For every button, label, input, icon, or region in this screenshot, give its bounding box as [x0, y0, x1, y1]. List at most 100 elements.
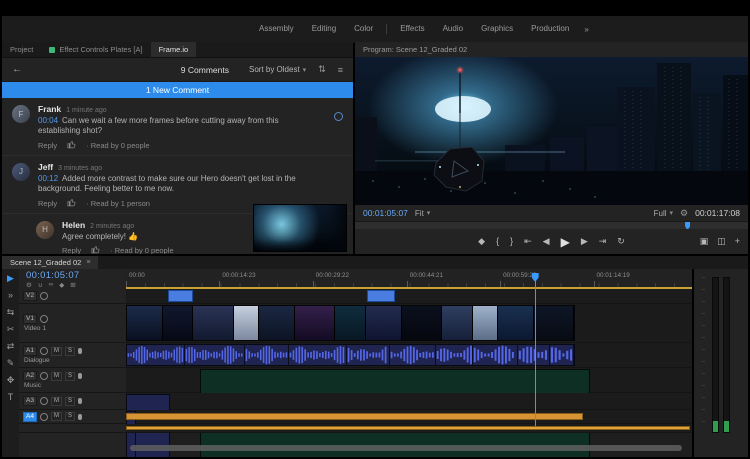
go-to-in-button[interactable]: ⇤: [524, 237, 532, 246]
back-button[interactable]: ←: [12, 64, 22, 75]
filter-icon[interactable]: ⇅: [318, 64, 326, 75]
pen-tool[interactable]: ✎: [7, 359, 15, 368]
video-clip-thumbnail[interactable]: [234, 306, 260, 340]
reply-button[interactable]: Reply: [62, 246, 81, 254]
clip-dialogue[interactable]: [126, 344, 575, 366]
mark-in-button[interactable]: {: [496, 237, 499, 246]
panel-tab-project[interactable]: Project: [2, 42, 41, 57]
track-toggle-icon[interactable]: [40, 347, 48, 355]
panel-settings-icon[interactable]: ≡: [338, 65, 343, 75]
new-comment-banner[interactable]: 1 New Comment: [2, 82, 353, 98]
video-clip-thumbnail[interactable]: [402, 306, 442, 340]
sort-dropdown[interactable]: Sort by Oldest ▾: [249, 65, 306, 74]
video-clip-thumbnail[interactable]: [163, 306, 194, 340]
workspace-overflow-button[interactable]: »: [584, 25, 588, 34]
panel-tab-effect-controls-plates-a-[interactable]: Effect Controls Plates [A]: [41, 42, 150, 57]
add-marker-button[interactable]: ◆: [478, 237, 485, 246]
video-clip-thumbnail[interactable]: [442, 306, 473, 340]
track-header-a1[interactable]: A1MSDialogue: [19, 343, 126, 368]
track-header-a2[interactable]: A2MSMusic: [19, 368, 126, 393]
solo-button[interactable]: S: [65, 347, 75, 356]
track-header-a4[interactable]: A4 MS: [19, 410, 126, 424]
monitor-settings-icon[interactable]: ⚙: [680, 208, 688, 219]
workspace-tab-production[interactable]: Production: [522, 16, 578, 42]
razor-tool[interactable]: ✂: [7, 325, 15, 334]
zoom-level-dropdown[interactable]: Fit ▾: [415, 209, 430, 218]
audio-clip-segment[interactable]: [436, 345, 474, 365]
audio-clip-segment[interactable]: [127, 345, 185, 365]
clip-v2-adjustment[interactable]: [367, 290, 396, 302]
workspace-tab-graphics[interactable]: Graphics: [472, 16, 522, 42]
video-clip-thumbnail[interactable]: [335, 306, 366, 340]
track-header-v1[interactable]: V1Video 1: [19, 304, 126, 343]
clip-a4-bar[interactable]: [126, 413, 583, 420]
workspace-tab-audio[interactable]: Audio: [434, 16, 472, 42]
mic-icon[interactable]: [78, 348, 82, 354]
video-clip-thumbnail[interactable]: [473, 306, 499, 340]
solo-button[interactable]: S: [65, 372, 75, 381]
mic-icon[interactable]: [78, 398, 82, 404]
panel-menu-icon[interactable]: ≡: [86, 259, 90, 266]
loop-button[interactable]: ↻: [617, 237, 625, 246]
workspace-tab-assembly[interactable]: Assembly: [250, 16, 303, 42]
track-patch-a4[interactable]: A4: [23, 412, 37, 422]
track-toggle-icon[interactable]: [40, 413, 48, 421]
track-patch-v1[interactable]: V1: [23, 314, 37, 324]
workspace-tab-effects[interactable]: Effects: [391, 16, 433, 42]
track-toggle-icon[interactable]: [40, 397, 48, 405]
linked-selection-icon[interactable]: ∞: [49, 281, 54, 289]
comment-timecode-link[interactable]: 00:04: [38, 116, 58, 125]
clip-v2-adjustment[interactable]: [168, 290, 193, 302]
workspace-tab-color[interactable]: Color: [345, 16, 382, 42]
track-patch-a1[interactable]: A1: [23, 346, 37, 356]
track-toggle-icon[interactable]: [40, 292, 48, 300]
like-icon[interactable]: [67, 140, 76, 151]
track-select-tool[interactable]: »: [8, 291, 13, 300]
track-header-a3[interactable]: A3 MS: [19, 393, 126, 410]
reply-button[interactable]: Reply: [38, 141, 57, 150]
workspace-tab-editing[interactable]: Editing: [303, 16, 345, 42]
timeline-settings-icon[interactable]: ⚙: [26, 281, 32, 289]
program-video-frame[interactable]: [355, 57, 748, 205]
video-clip-thumbnail[interactable]: [366, 306, 402, 340]
comment-timecode-link[interactable]: 00:12: [38, 174, 58, 183]
mute-button[interactable]: M: [51, 347, 62, 356]
reply-button[interactable]: Reply: [38, 199, 57, 208]
selection-tool[interactable]: ▶: [7, 274, 14, 283]
track-patch-a3[interactable]: A3: [23, 396, 37, 406]
audio-clip-segment[interactable]: [185, 345, 246, 365]
track-patch-v2[interactable]: V2: [23, 291, 37, 301]
audio-clip-segment[interactable]: [390, 345, 436, 365]
clip-mix-bar[interactable]: [126, 426, 690, 430]
mute-button[interactable]: M: [51, 397, 62, 406]
go-to-out-button[interactable]: ⇥: [599, 237, 607, 246]
track-toggle-icon[interactable]: [40, 315, 48, 323]
video-clip-thumbnail[interactable]: [193, 306, 233, 340]
hand-tool[interactable]: ✥: [7, 376, 15, 385]
track-lane-a4[interactable]: [126, 410, 692, 424]
play-button[interactable]: ▶: [561, 236, 570, 248]
solo-button[interactable]: S: [65, 397, 75, 406]
track-patch-a2[interactable]: A2: [23, 371, 37, 381]
track-lane-a3[interactable]: [126, 393, 692, 410]
audio-clip-segment[interactable]: [289, 345, 347, 365]
comment-video-thumbnail[interactable]: [253, 204, 347, 252]
audio-clip-segment[interactable]: [245, 345, 289, 365]
track-lane-v1[interactable]: [126, 304, 692, 343]
mark-out-button[interactable]: }: [510, 237, 513, 246]
solo-button[interactable]: S: [65, 412, 75, 421]
mute-button[interactable]: M: [51, 412, 62, 421]
ripple-edit-tool[interactable]: ⇆: [7, 308, 15, 317]
timeline-timecode[interactable]: 00:01:05:07: [26, 270, 80, 281]
video-clip-thumbnail[interactable]: [259, 306, 295, 340]
like-icon[interactable]: [91, 245, 100, 254]
program-current-timecode[interactable]: 00:01:05:07: [363, 208, 408, 218]
export-frame-button[interactable]: ▣: [700, 237, 709, 246]
comment-frank[interactable]: FFrank1 minute ago00:04Can we wait a few…: [2, 98, 353, 156]
mic-icon[interactable]: [78, 414, 82, 420]
mute-button[interactable]: M: [51, 372, 62, 381]
step-back-button[interactable]: ◀: [543, 237, 550, 246]
timeline-ruler[interactable]: 00:0000:00:14:2300:00:29:2200:00:44:2100…: [126, 269, 692, 288]
audio-clip-segment[interactable]: [550, 345, 574, 365]
track-lane-v2[interactable]: [126, 289, 692, 304]
